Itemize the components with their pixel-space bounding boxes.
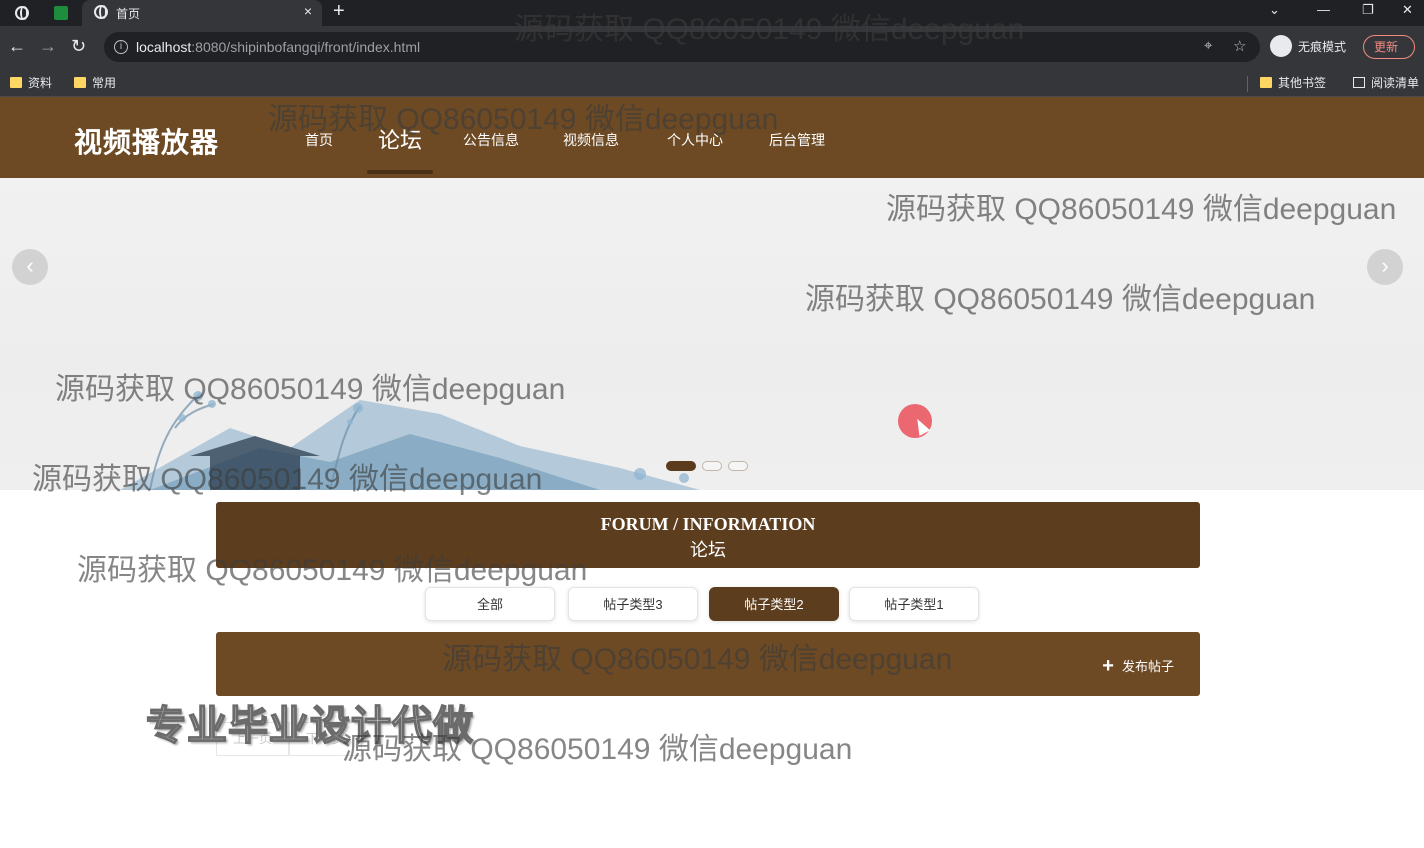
active-nav-indicator (367, 170, 433, 174)
restore-icon[interactable]: ❐ (1362, 2, 1374, 18)
close-tab-icon[interactable]: × (304, 3, 312, 19)
post-action-bar: + 发布帖子 (216, 632, 1200, 696)
reading-list-icon (1353, 77, 1365, 88)
publish-post-button[interactable]: + 发布帖子 (1102, 654, 1174, 677)
nav-announcements[interactable]: 公告信息 (463, 130, 519, 150)
mountain-range (120, 400, 700, 490)
translate-icon[interactable]: ⌖ (1204, 37, 1212, 54)
nav-home[interactable]: 首页 (305, 130, 333, 150)
section-title-cn: 论坛 (690, 540, 726, 560)
nav-admin[interactable]: 后台管理 (769, 130, 825, 150)
carousel-dot[interactable] (728, 461, 748, 471)
sheet-app-icon (54, 6, 68, 20)
filter-all[interactable]: 全部 (425, 587, 555, 621)
banner-carousel: ‹ › (0, 178, 1424, 490)
filter-type-1[interactable]: 帖子类型1 (849, 587, 979, 621)
bookmark-folder-2[interactable]: 常用 (74, 74, 116, 91)
forward-icon[interactable]: → (39, 36, 57, 56)
reading-list[interactable]: 阅读清单 (1353, 74, 1419, 91)
promo-overlay: 专业毕业设计代做 (145, 703, 474, 749)
site-brand[interactable]: 视频播放器 (74, 121, 219, 161)
carousel-next-button[interactable]: › (1367, 249, 1403, 285)
other-bookmarks[interactable]: 其他书签 (1260, 74, 1326, 91)
close-window-icon[interactable]: ✕ (1402, 2, 1413, 18)
tab-title: 首页 (116, 7, 141, 21)
filter-type-3[interactable]: 帖子类型3 (568, 587, 698, 621)
nav-videos[interactable]: 视频信息 (563, 130, 619, 150)
pinned-tab[interactable] (46, 3, 76, 23)
bookmark-star-icon[interactable]: ☆ (1233, 37, 1246, 55)
section-title-en: FORUM / INFORMATION (600, 514, 816, 534)
landscape-illustration (120, 391, 700, 490)
globe-icon (94, 5, 108, 19)
folder-icon (74, 77, 86, 88)
tab-search-icon[interactable]: ⌄ (1269, 2, 1280, 18)
nav-profile[interactable]: 个人中心 (667, 130, 723, 150)
carousel-indicators (666, 461, 748, 471)
carousel-dot[interactable] (666, 461, 696, 471)
browser-tab-strip: 首页 × + ⌄ — ❐ ✕ (0, 0, 1424, 26)
site-header: 视频播放器 首页 论坛 公告信息 视频信息 个人中心 后台管理 (0, 97, 1424, 178)
carousel-prev-button[interactable]: ‹ (12, 249, 48, 285)
incognito-indicator[interactable]: 无痕模式 (1270, 35, 1346, 57)
active-tab[interactable]: 首页 × (82, 0, 322, 26)
pinned-tab[interactable] (7, 3, 37, 23)
folder-icon (10, 77, 22, 88)
new-tab-button[interactable]: + (333, 0, 345, 23)
incognito-label: 无痕模式 (1298, 39, 1347, 54)
publish-post-label: 发布帖子 (1121, 659, 1174, 674)
bookmarks-bar: 资料 常用 其他书签 阅读清单 (0, 68, 1424, 97)
bookmark-folder-1[interactable]: 资料 (10, 74, 52, 91)
carousel-dot[interactable] (702, 461, 722, 471)
url-text: localhost:8080/shipinbofangqi/front/inde… (136, 39, 421, 55)
site-info-icon[interactable]: i (114, 40, 128, 54)
nav-forum[interactable]: 论坛 (378, 123, 422, 155)
section-title-box: FORUM / INFORMATION 论坛 (216, 502, 1200, 568)
globe-icon (15, 6, 29, 20)
filter-type-2[interactable]: 帖子类型2 (709, 587, 839, 621)
reload-icon[interactable]: ↻ (71, 36, 86, 56)
minimize-icon[interactable]: — (1317, 2, 1330, 17)
update-button[interactable]: 更新 (1363, 35, 1415, 59)
folder-icon (1260, 77, 1272, 88)
address-bar[interactable]: i localhost:8080/shipinbofangqi/front/in… (104, 32, 1260, 62)
incognito-icon (1270, 35, 1292, 57)
back-icon[interactable]: ← (8, 36, 26, 56)
plus-icon: + (1102, 654, 1114, 677)
browser-toolbar: ← → ↻ i localhost:8080/shipinbofangqi/fr… (0, 26, 1424, 68)
bookmarks-divider (1247, 76, 1248, 92)
